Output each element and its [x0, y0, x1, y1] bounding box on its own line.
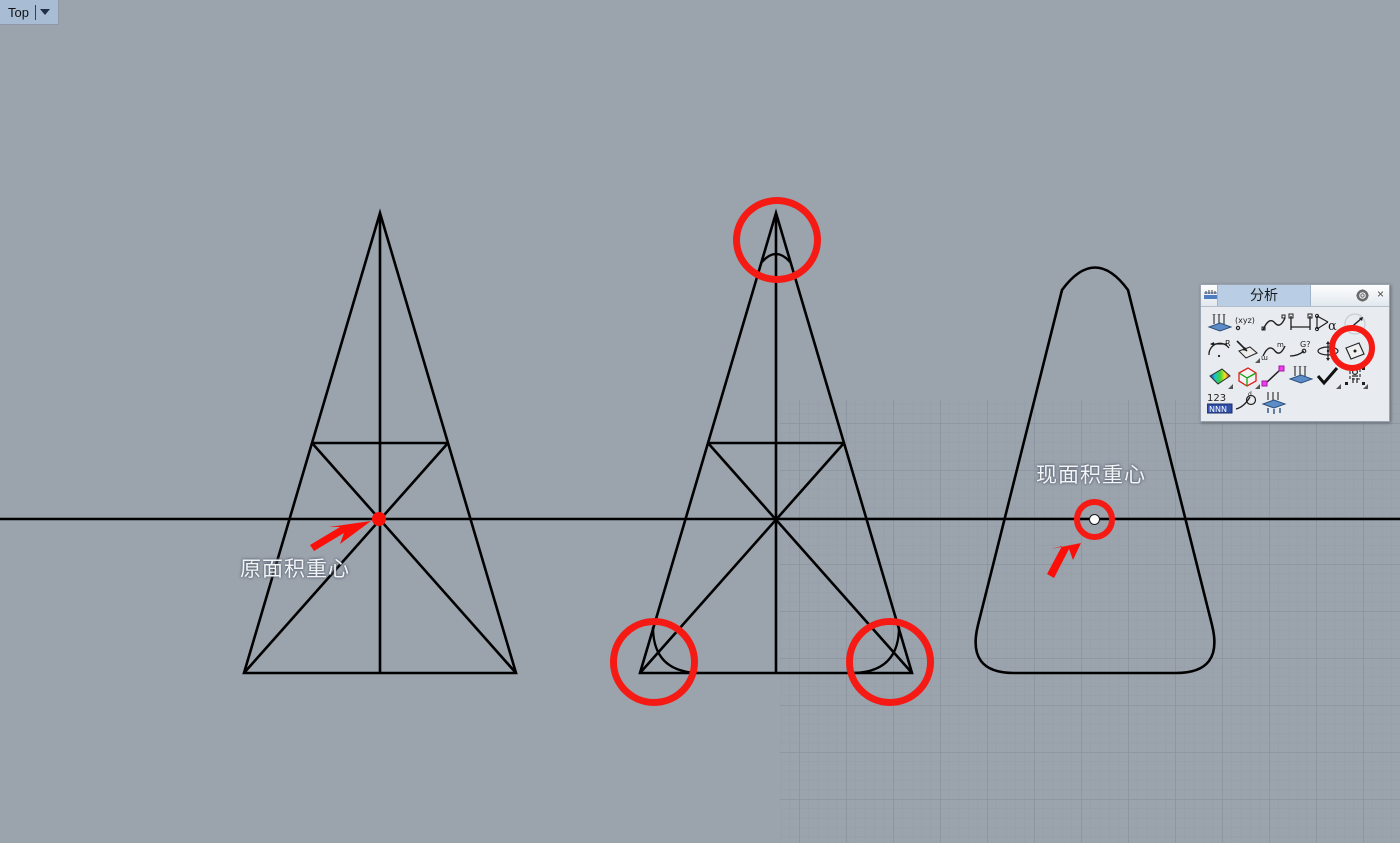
svg-text:d: d — [1248, 391, 1252, 398]
zebra-surface-analysis-icon[interactable] — [1207, 365, 1233, 389]
panel-toolbar[interactable]: (xyz) α R ɯ m G? 123 NNN d — [1201, 307, 1389, 423]
curvature-analysis-icon[interactable] — [1261, 391, 1287, 415]
original-centroid-marker — [372, 512, 386, 526]
original-centroid-label: 原面积重心 — [240, 557, 350, 581]
extract-points-icon[interactable] — [1342, 365, 1368, 389]
viewport-tab-top[interactable]: Top — [0, 0, 59, 25]
apex-fillet-highlight — [733, 197, 821, 283]
surface-normal-icon[interactable] — [1234, 339, 1260, 363]
bounding-box-icon[interactable] — [1234, 365, 1260, 389]
volume-centroid-icon[interactable] — [1315, 339, 1341, 363]
distance-measure-icon[interactable] — [1288, 313, 1314, 337]
svg-text:NNN: NNN — [1209, 405, 1227, 414]
draft-angle-analysis-icon[interactable] — [1288, 365, 1314, 389]
length-measure-icon[interactable] — [1342, 313, 1368, 337]
svg-text:ɯ: ɯ — [1261, 354, 1268, 362]
viewport-tab-label: Top — [8, 4, 29, 20]
analysis-panel[interactable]: 分析 × (xyz) α R ɯ m G? 123 NNN d — [1200, 284, 1390, 422]
direction-analysis-icon[interactable] — [1207, 313, 1233, 337]
original-centroid-arrow — [310, 521, 371, 551]
rhino-viewport[interactable]: 原面积重心 现面积重心 Top 分析 × (xyz) α R ɯ m G? 12… — [0, 0, 1400, 843]
close-icon[interactable]: × — [1377, 288, 1384, 300]
check-objects-icon[interactable] — [1315, 365, 1341, 389]
radius-measure-icon[interactable]: R — [1207, 339, 1233, 363]
bottom-left-fillet-highlight — [610, 618, 698, 706]
current-centroid-label: 现面积重心 — [1036, 463, 1146, 487]
curve-continuity-icon[interactable]: ɯ m — [1261, 339, 1287, 363]
current-centroid-marker — [1089, 514, 1100, 525]
chevron-down-icon[interactable] — [39, 9, 50, 15]
curvature-circle-icon[interactable]: d — [1234, 391, 1260, 415]
svg-text:123: 123 — [1207, 393, 1226, 404]
svg-text:(xyz): (xyz) — [1235, 316, 1255, 325]
area-centroid-icon[interactable] — [1342, 339, 1368, 363]
angle-measure-icon[interactable]: α — [1314, 313, 1341, 337]
numeric-list-icon[interactable]: 123 NNN — [1206, 391, 1233, 419]
panel-header[interactable]: 分析 × — [1201, 285, 1389, 307]
svg-text:R: R — [1225, 339, 1231, 348]
svg-text:m: m — [1277, 341, 1284, 349]
point-distance-icon[interactable] — [1261, 365, 1287, 389]
panel-title: 分析 — [1250, 287, 1278, 303]
point-xyz-coordinates-icon[interactable]: (xyz) — [1234, 313, 1260, 337]
current-centroid-arrow — [1047, 543, 1081, 578]
tab-divider — [34, 4, 36, 20]
panel-tab-analysis[interactable]: 分析 — [1217, 285, 1311, 306]
geometry-continuity-icon[interactable]: G? — [1288, 339, 1314, 363]
gear-icon[interactable] — [1356, 289, 1369, 302]
annotation-arrows — [310, 521, 1081, 578]
curvature-graph-icon[interactable] — [1261, 313, 1287, 337]
bottom-right-fillet-highlight — [846, 618, 934, 706]
svg-text:G?: G? — [1300, 340, 1310, 349]
svg-text:α: α — [1328, 319, 1337, 334]
